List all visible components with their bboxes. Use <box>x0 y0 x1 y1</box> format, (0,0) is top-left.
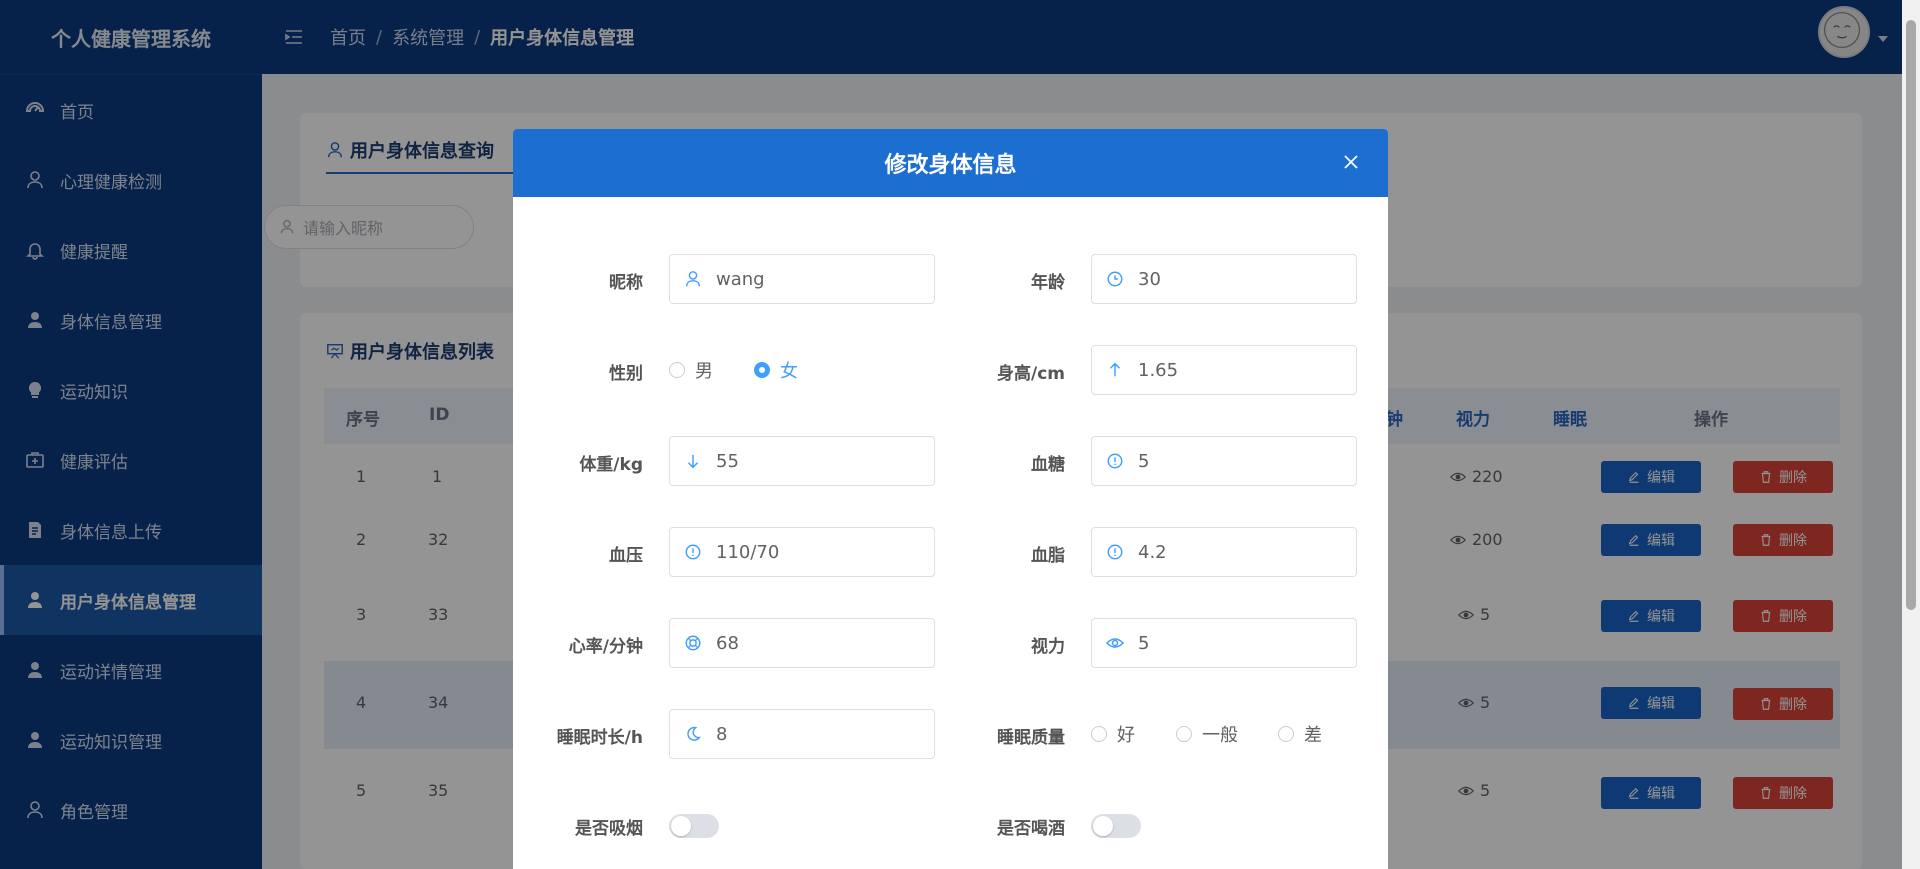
nickname-input[interactable]: wang <box>669 254 935 304</box>
heart-rate-label: 心率/分钟 <box>568 637 643 657</box>
height-label: 身高/cm <box>997 364 1065 384</box>
arrow-up-icon <box>1109 362 1121 377</box>
info-icon <box>685 544 701 560</box>
info-icon <box>1107 453 1123 469</box>
weight-input[interactable]: 55 <box>669 436 935 486</box>
lifebuoy-icon <box>685 635 701 651</box>
info-icon <box>1107 544 1123 560</box>
age-input[interactable]: 30 <box>1091 254 1357 304</box>
weight-label: 体重/kg <box>579 455 643 475</box>
sleep-quality-label: 睡眠质量 <box>997 728 1065 748</box>
dialog-title: 修改身体信息 <box>884 153 1017 178</box>
blood-pressure-label: 血压 <box>609 546 643 566</box>
user-icon <box>685 271 701 287</box>
smoking-label: 是否吸烟 <box>575 819 643 839</box>
drinking-switch[interactable] <box>1091 814 1141 838</box>
drinking-label: 是否喝酒 <box>997 819 1065 839</box>
arrow-down-icon <box>687 454 699 469</box>
nickname-label: 昵称 <box>609 273 643 293</box>
blood-sugar-input[interactable]: 5 <box>1091 436 1357 486</box>
smoking-switch[interactable] <box>669 814 719 838</box>
eye-icon <box>1106 638 1124 648</box>
blood-sugar-label: 血糖 <box>1031 455 1065 475</box>
dialog-header: 修改身体信息 <box>513 129 1388 197</box>
scrollbar-thumb[interactable] <box>1906 20 1916 610</box>
page-scrollbar[interactable] <box>1902 0 1920 869</box>
blood-lipid-label: 血脂 <box>1031 546 1065 566</box>
sleep-hours-input[interactable]: 8 <box>669 709 935 759</box>
gender-radio-female[interactable]: 女 <box>754 357 798 383</box>
sleep-quality-radio-poor[interactable]: 差 <box>1278 721 1322 747</box>
vision-label: 视力 <box>1031 637 1065 657</box>
sleep-quality-radio-average[interactable]: 一般 <box>1176 721 1238 747</box>
gender-label: 性别 <box>609 364 643 384</box>
blood-lipid-input[interactable]: 4.2 <box>1091 527 1357 577</box>
clock-icon <box>1107 271 1123 287</box>
age-label: 年龄 <box>1031 273 1065 293</box>
height-input[interactable]: 1.65 <box>1091 345 1357 395</box>
sleep-hours-label: 睡眠时长/h <box>556 728 643 748</box>
blood-pressure-input[interactable]: 110/70 <box>669 527 935 577</box>
edit-body-info-dialog: 修改身体信息 昵称 wang 年龄 30 性别 男 女 身高/cm 1.65 体… <box>513 129 1388 869</box>
moon-icon <box>687 726 701 741</box>
sleep-quality-radio-good[interactable]: 好 <box>1091 721 1135 747</box>
close-icon[interactable] <box>1340 151 1362 173</box>
heart-rate-input[interactable]: 68 <box>669 618 935 668</box>
vision-input[interactable]: 5 <box>1091 618 1357 668</box>
gender-radio-male[interactable]: 男 <box>669 357 713 383</box>
